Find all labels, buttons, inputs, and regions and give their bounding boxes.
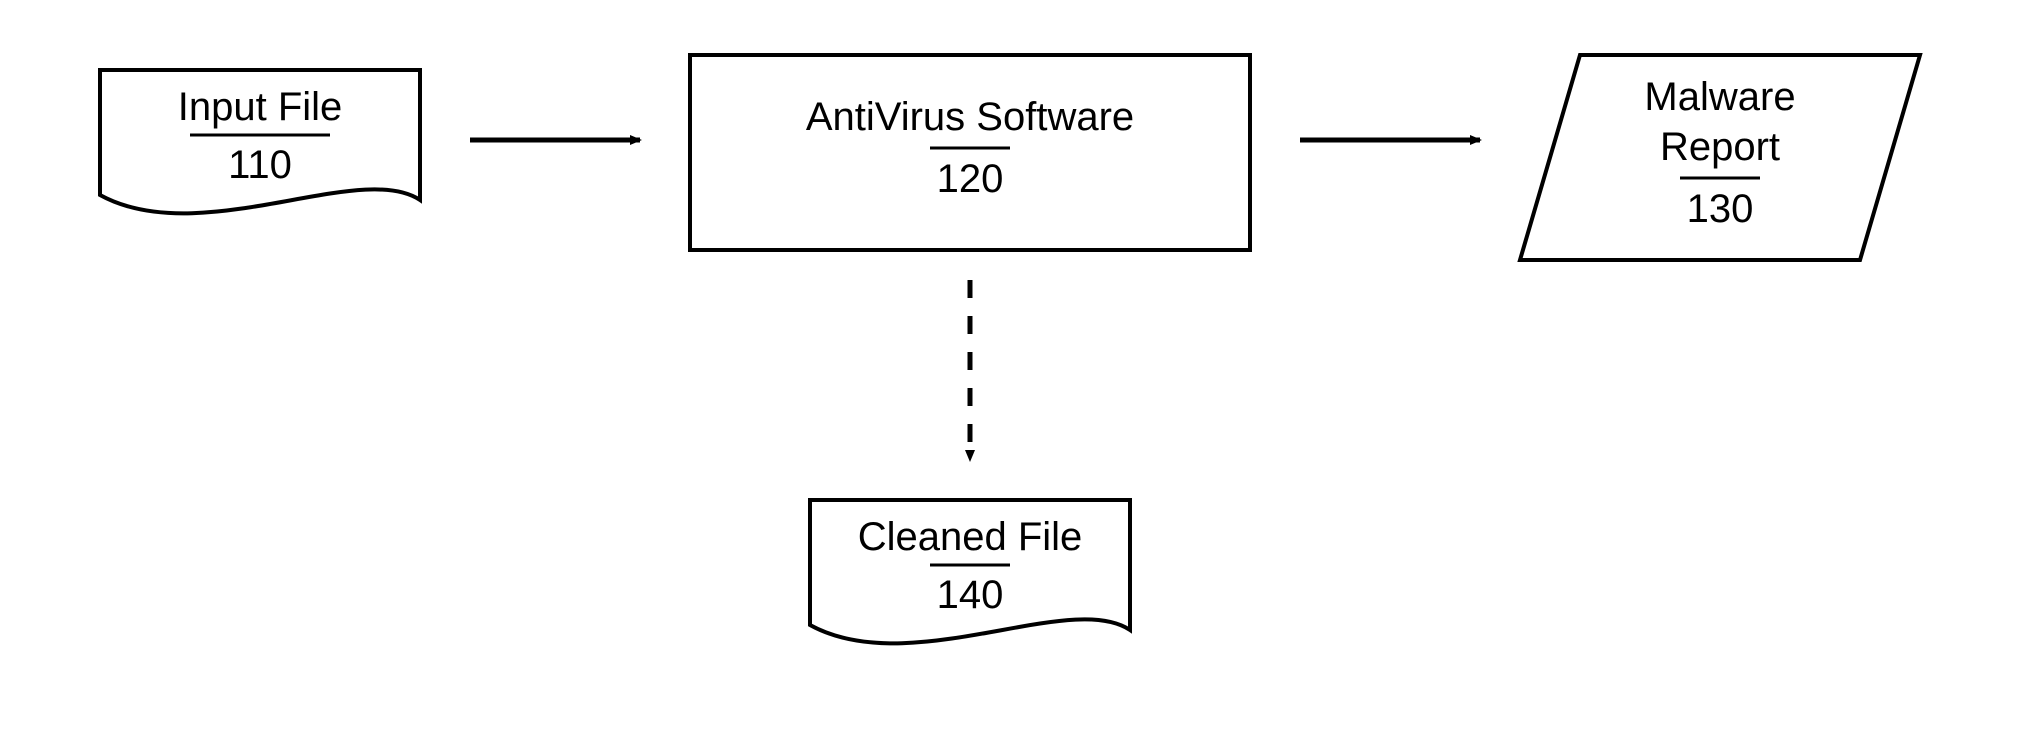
malware-report-node: Malware Report 130 bbox=[1520, 55, 1920, 260]
antivirus-label: AntiVirus Software bbox=[806, 95, 1134, 139]
cleaned-number: 140 bbox=[937, 573, 1004, 617]
antivirus-number: 120 bbox=[937, 157, 1004, 201]
report-number: 130 bbox=[1687, 187, 1754, 231]
antivirus-process-node: AntiVirus Software 120 bbox=[690, 55, 1250, 250]
report-line2: Report bbox=[1660, 125, 1780, 169]
input-file-node: Input File 110 bbox=[100, 70, 420, 213]
cleaned-label: Cleaned File bbox=[858, 515, 1083, 559]
flowchart-diagram: Input File 110 AntiVirus Software 120 Ma… bbox=[0, 0, 2023, 744]
cleaned-file-node: Cleaned File 140 bbox=[810, 500, 1130, 643]
input-file-label: Input File bbox=[178, 85, 343, 129]
input-file-number: 110 bbox=[228, 143, 292, 187]
report-line1: Malware bbox=[1644, 75, 1795, 119]
